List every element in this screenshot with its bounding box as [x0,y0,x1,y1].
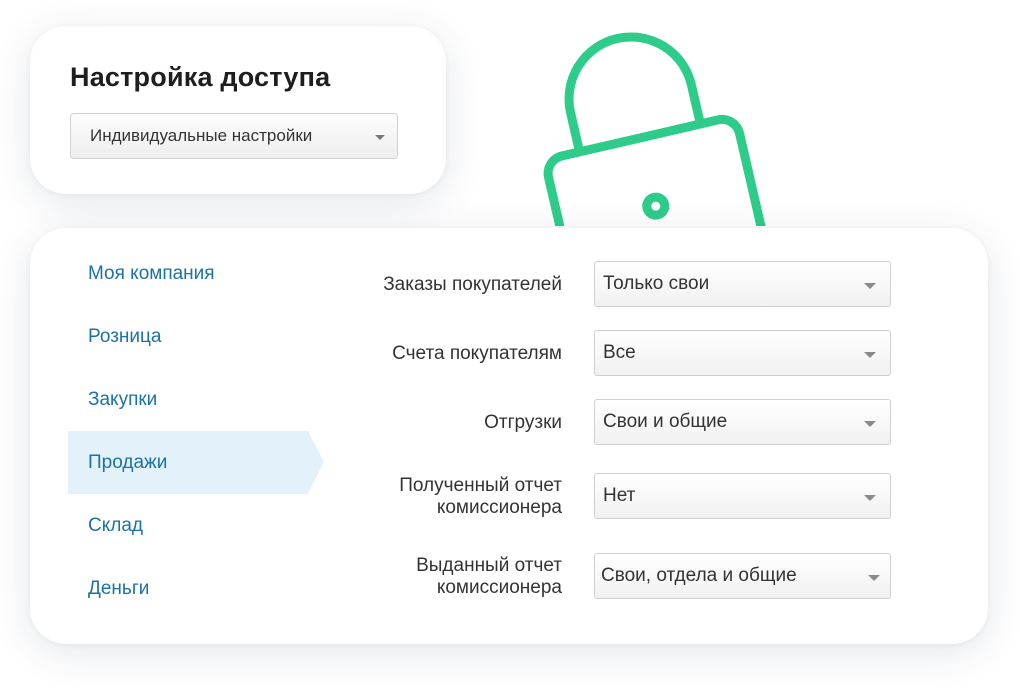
access-mode-select[interactable]: Индивидуальные настройки [70,113,398,159]
chevron-down-icon [864,421,876,427]
chevron-down-icon [864,352,876,358]
permission-value: Нет [603,485,636,506]
chevron-down-icon [375,135,385,140]
permission-value: Свои, отдела и общие [601,565,797,586]
permission-select-shipments[interactable]: Свои и общие [594,399,891,445]
permission-row-customer-invoices: Счета покупателям Все [290,328,930,380]
permission-value: Все [603,342,636,363]
permission-label-line: комиссионера [436,497,562,518]
permission-label: Заказы покупателей [383,274,562,295]
chevron-down-icon [864,283,876,289]
permission-label: Счета покупателям [392,343,562,364]
permission-label: Выданный отчет комиссионера [262,551,562,603]
sidebar-item-label: Продажи [88,451,168,473]
permission-row-received-report: Полученный отчет комиссионера Нет [290,471,930,523]
permission-select-customer-orders[interactable]: Только свои [594,261,891,307]
permission-row-shipments: Отгрузки Свои и общие [290,397,930,449]
permission-value: Только свои [603,273,710,294]
permission-label-line: комиссионера [436,577,562,598]
lock-icon [543,32,780,226]
sidebar-item-label: Закупки [88,388,158,410]
permission-label: Полученный отчет комиссионера [262,471,562,523]
permissions-card: Моя компания Розница Закупки Продажи Скл… [30,228,988,644]
sidebar-item-label: Моя компания [88,262,215,284]
permission-label-line: Выданный отчет [416,555,562,576]
permission-value: Свои и общие [603,411,728,432]
permission-label: Отгрузки [484,412,562,433]
access-settings-card: Настройка доступа Индивидуальные настрой… [30,26,446,194]
chevron-down-icon [868,575,880,581]
access-mode-value: Индивидуальные настройки [90,126,313,145]
sidebar-item-label: Склад [88,514,143,536]
permission-select-received-report[interactable]: Нет [594,473,891,519]
page-title: Настройка доступа [70,62,331,92]
sidebar-item-label: Розница [88,325,162,347]
permission-row-customer-orders: Заказы покупателей Только свои [290,259,930,311]
permission-label-line: Полученный отчет [399,475,562,496]
permission-row-issued-report: Выданный отчет комиссионера Свои, отдела… [290,551,930,603]
permission-select-customer-invoices[interactable]: Все [594,330,891,376]
sidebar-item-label: Деньги [88,577,150,599]
chevron-down-icon [864,495,876,501]
permission-select-issued-report[interactable]: Свои, отдела и общие [594,553,891,599]
